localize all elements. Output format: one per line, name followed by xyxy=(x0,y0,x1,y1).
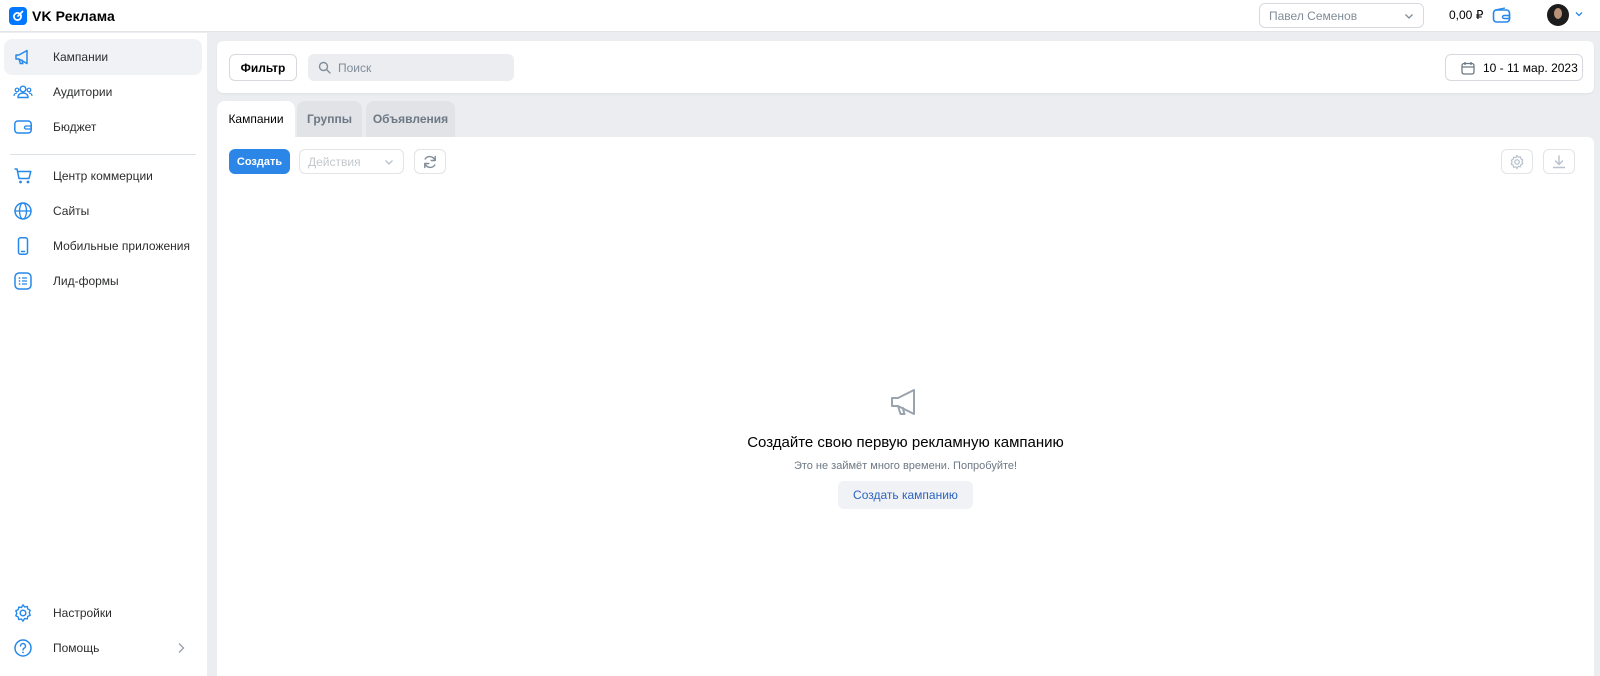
actions-select-placeholder: Действия xyxy=(308,154,361,169)
sidebar-item-label: Сайты xyxy=(53,204,90,218)
sidebar-item-leadforms[interactable]: Лид-формы xyxy=(4,263,202,299)
table-settings-button[interactable] xyxy=(1501,149,1533,174)
avatar-face xyxy=(1554,8,1562,19)
empty-state: Создайте свою первую рекламную кампанию … xyxy=(217,387,1594,509)
create-button[interactable]: Создать xyxy=(229,149,290,174)
megaphone-icon xyxy=(13,47,33,67)
sidebar-item-audiences[interactable]: Аудитории xyxy=(4,74,202,110)
wallet-icon xyxy=(1492,7,1511,23)
sidebar-item-label: Центр коммерции xyxy=(53,169,153,183)
sidebar-item-campaigns[interactable]: Кампании xyxy=(4,39,202,75)
search-icon xyxy=(318,61,331,74)
sidebar-item-apps[interactable]: Мобильные приложения xyxy=(4,228,202,264)
refresh-button[interactable] xyxy=(414,149,446,174)
smartphone-icon xyxy=(13,236,33,256)
app-name: VK Реклама xyxy=(32,7,115,24)
create-campaign-button[interactable]: Создать кампанию xyxy=(838,481,973,509)
filter-button[interactable]: Фильтр xyxy=(229,54,297,81)
top-header: VK Реклама Павел Семенов 0,00 ₽ xyxy=(0,0,1600,32)
gear-icon xyxy=(1510,154,1524,169)
sidebar-item-settings[interactable]: Настройки xyxy=(4,595,202,631)
tab-ads[interactable]: Объявления xyxy=(366,101,455,137)
download-icon xyxy=(1552,154,1566,168)
sidebar-item-budget[interactable]: Бюджет xyxy=(4,109,202,145)
account-select-value: Павел Семенов xyxy=(1269,8,1358,23)
balance-amount: 0,00 ₽ xyxy=(1449,8,1484,22)
tab-groups[interactable]: Группы xyxy=(297,101,362,137)
empty-state-subtitle: Это не займёт много времени. Попробуйте! xyxy=(793,460,1018,472)
app-logo[interactable]: VK Реклама xyxy=(9,6,115,25)
sidebar-item-commerce[interactable]: Центр коммерции xyxy=(4,158,202,194)
sidebar-item-label: Настройки xyxy=(53,606,112,620)
filter-toolbar: Фильтр 10 - 11 мар. 2023 xyxy=(217,41,1594,93)
megaphone-icon xyxy=(888,387,924,422)
sidebar-item-label: Лид-формы xyxy=(53,274,119,288)
users-icon xyxy=(13,82,33,102)
date-range-button[interactable]: 10 - 11 мар. 2023 xyxy=(1445,54,1583,81)
calendar-icon xyxy=(1461,61,1475,75)
user-avatar[interactable] xyxy=(1547,4,1569,26)
sidebar-item-label: Мобильные приложения xyxy=(53,239,190,253)
wallet-icon xyxy=(13,117,33,137)
gear-icon xyxy=(13,603,33,623)
sidebar-item-label: Аудитории xyxy=(53,85,113,99)
globe-icon xyxy=(13,201,33,221)
actions-select[interactable]: Действия xyxy=(299,149,404,174)
tab-campaigns[interactable]: Кампании xyxy=(217,101,295,137)
sidebar-item-label: Кампании xyxy=(53,50,109,64)
sidebar-divider xyxy=(10,154,196,155)
search-input[interactable] xyxy=(338,60,508,75)
cart-icon xyxy=(13,166,33,186)
sidebar: Кампании Аудитории Бюджет Центр коммерци… xyxy=(0,33,207,676)
search-box[interactable] xyxy=(308,54,514,81)
chevron-down-icon xyxy=(1405,14,1413,19)
wallet-button[interactable] xyxy=(1492,7,1512,28)
help-icon xyxy=(13,638,33,658)
date-range-value: 10 - 11 мар. 2023 xyxy=(1483,60,1578,75)
vk-ads-logo-icon xyxy=(9,6,27,25)
empty-state-title: Создайте свою первую рекламную кампанию xyxy=(747,434,1064,451)
chevron-right-icon xyxy=(178,643,185,653)
campaigns-panel: Создать Действия Создайте свою первую ре… xyxy=(217,137,1594,676)
refresh-icon xyxy=(424,155,436,168)
account-select[interactable]: Павел Семенов xyxy=(1259,3,1424,28)
chevron-down-icon xyxy=(385,160,393,165)
sidebar-item-sites[interactable]: Сайты xyxy=(4,193,202,229)
sidebar-item-label: Бюджет xyxy=(53,120,97,134)
list-icon xyxy=(13,271,33,291)
sidebar-item-help[interactable]: Помощь xyxy=(4,630,202,666)
chevron-down-icon[interactable] xyxy=(1574,9,1584,19)
download-button[interactable] xyxy=(1543,149,1575,174)
sidebar-item-label: Помощь xyxy=(53,641,100,655)
